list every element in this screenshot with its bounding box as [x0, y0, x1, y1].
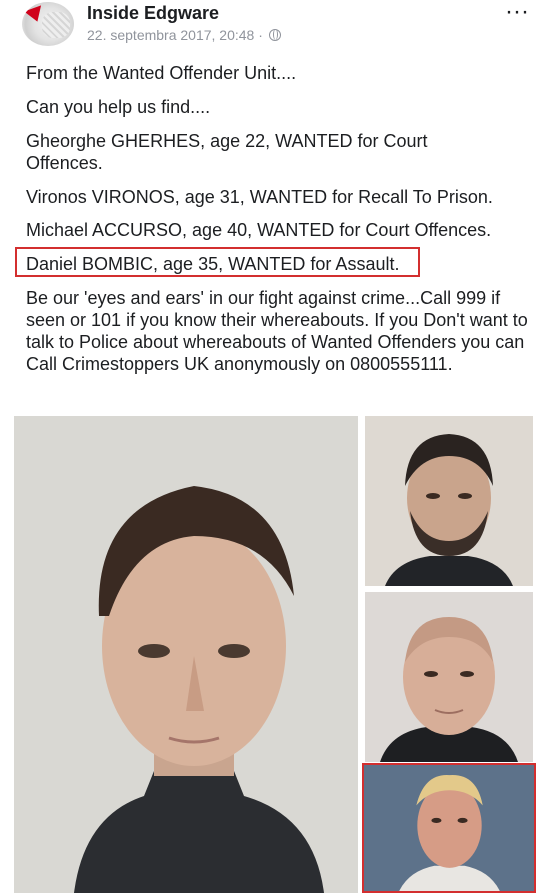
- photo-accurso[interactable]: [365, 592, 533, 762]
- page-name[interactable]: Inside Edgware: [87, 3, 219, 24]
- photo-gherhes[interactable]: [14, 416, 358, 893]
- photo-bombic[interactable]: [362, 763, 536, 893]
- post-line-unit: From the Wanted Offender Unit....: [26, 63, 297, 83]
- post-line-accurso: Michael ACCURSO, age 40, WANTED for Cour…: [26, 220, 492, 240]
- post-line-appeal: Be our 'eyes and ears' in our fight agai…: [26, 288, 528, 374]
- photo-vironos[interactable]: [365, 416, 533, 586]
- highlight-box-text: [15, 247, 420, 277]
- post-timestamp[interactable]: 22. septembra 2017, 20:48 ·: [87, 27, 263, 43]
- more-options-icon[interactable]: ···: [505, 0, 529, 24]
- page-avatar[interactable]: [22, 2, 74, 46]
- post-line-vironos: Vironos VIRONOS, age 31, WANTED for Reca…: [26, 187, 493, 207]
- globe-icon: [268, 29, 281, 41]
- post-meta: 22. septembra 2017, 20:48 ·: [87, 27, 281, 43]
- logo-pattern: [42, 12, 70, 38]
- photo-collage: [0, 410, 551, 893]
- post-line-gherhes: Gheorghe GHERHES, age 22, WANTED for Cou…: [26, 131, 428, 173]
- post-line-help: Can you help us find....: [26, 97, 211, 117]
- post-header: Inside Edgware 22. septembra 2017, 20:48…: [0, 0, 551, 54]
